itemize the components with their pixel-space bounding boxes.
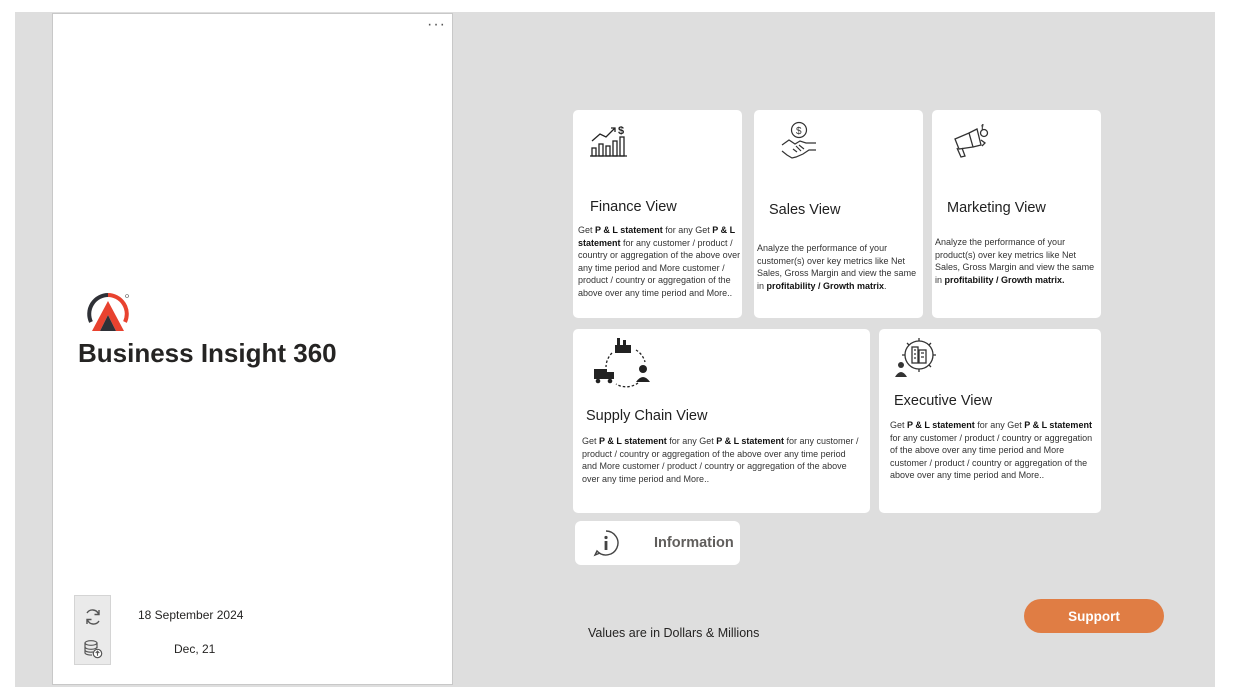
marketing-view-title: Marketing View — [947, 200, 1046, 216]
marketing-view-card[interactable]: f Marketing View Analyze the performance… — [932, 110, 1101, 318]
finance-chart-icon: $ — [590, 125, 627, 157]
support-button[interactable]: Support — [1024, 599, 1164, 633]
svg-text:f: f — [981, 123, 984, 132]
left-panel: ··· Business Insight 360 18 September 20… — [52, 13, 453, 685]
sales-view-card[interactable]: $ Sales View Analyze the performance of … — [754, 110, 923, 318]
finance-view-description: Get P & L statement for any Get P & L st… — [578, 225, 741, 298]
brand-title: Business Insight 360 — [78, 338, 337, 368]
svg-text:$: $ — [796, 126, 802, 137]
supply-chain-view-description: Get P & L statement for any Get P & L st… — [582, 436, 859, 484]
units-footnote: Values are in Dollars & Millions — [588, 626, 760, 640]
sales-view-description: Analyze the performance of your customer… — [757, 243, 917, 291]
refresh-icon[interactable] — [83, 607, 103, 627]
supply-chain-view-title: Supply Chain View — [586, 408, 708, 424]
last-refresh-date: 18 September 2024 — [138, 608, 244, 622]
finance-view-card[interactable]: $ Finance View Get P & L statement for a… — [573, 110, 742, 318]
database-upload-icon[interactable] — [83, 639, 103, 659]
executive-view-description: Get P & L statement for any Get P & L st… — [890, 420, 1093, 481]
finance-view-title: Finance View — [590, 199, 677, 215]
sales-view-title: Sales View — [769, 202, 841, 218]
executive-view-title: Executive View — [894, 393, 993, 409]
supply-chain-view-card[interactable]: Supply Chain View Get P & L statement fo… — [573, 329, 870, 513]
brand-logo-icon — [87, 293, 129, 331]
data-period: Dec, 21 — [174, 642, 216, 656]
info-icon — [593, 530, 619, 557]
executive-gear-building-icon — [895, 338, 936, 377]
supply-chain-cycle-icon — [594, 338, 650, 388]
megaphone-social-icon: f — [954, 123, 989, 158]
marketing-view-description: Analyze the performance of your product(… — [935, 237, 1095, 285]
information-label: Information — [654, 535, 734, 551]
svg-text:$: $ — [618, 125, 624, 137]
handshake-dollar-icon: $ — [781, 121, 816, 159]
more-options-icon[interactable]: ··· — [427, 17, 446, 33]
information-button[interactable]: Information — [575, 521, 740, 565]
executive-view-card[interactable]: Executive View Get P & L statement for a… — [879, 329, 1101, 513]
refresh-panel — [74, 595, 111, 665]
